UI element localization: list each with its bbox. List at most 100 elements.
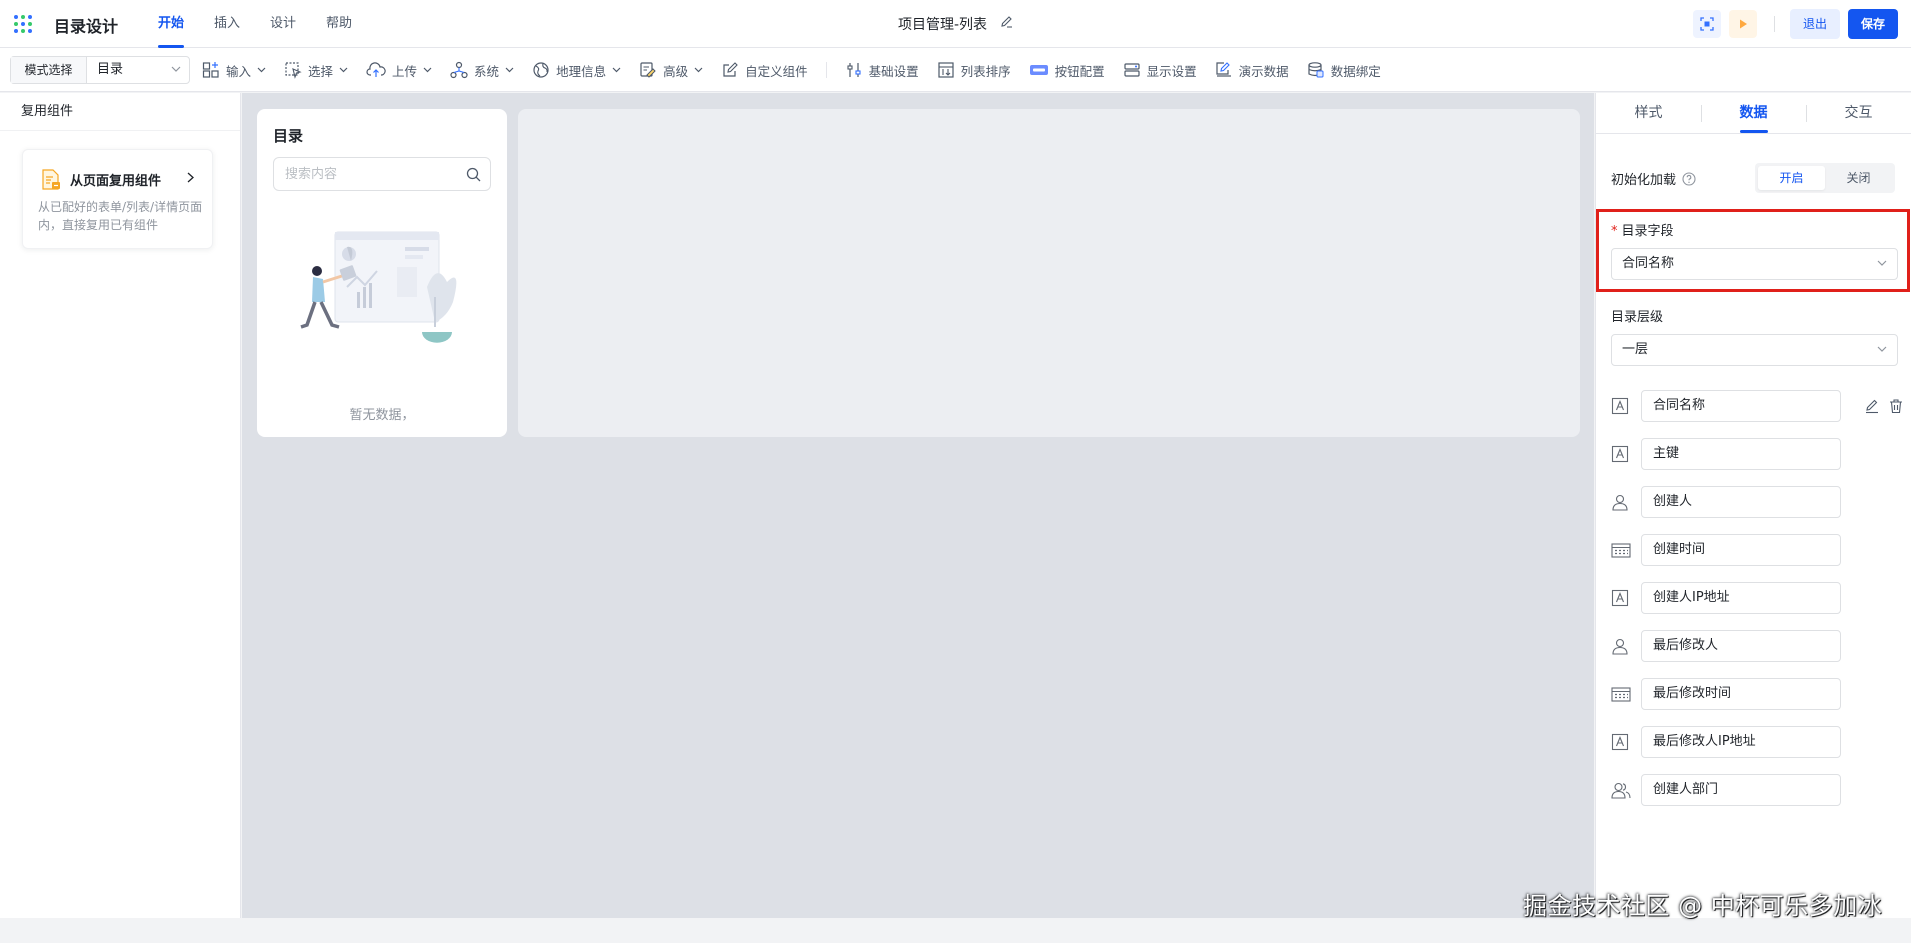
- required-marker: *: [1611, 224, 1618, 239]
- field-item[interactable]: 创建人部门: [1611, 774, 1911, 806]
- mode-select[interactable]: 目录: [87, 57, 189, 83]
- field-item[interactable]: 最后修改人: [1611, 630, 1911, 662]
- display-icon: [1124, 63, 1140, 77]
- field-item[interactable]: 创建人: [1611, 486, 1911, 518]
- chevron-down-icon: [339, 67, 348, 73]
- user-icon: [1612, 494, 1628, 511]
- reuse-component-panel: 复用组件 从页面复用组件 从已配好的表单/列表/详情页面内，直接复用已有组件: [0, 93, 241, 918]
- tool-geo-label: 地理信息: [556, 63, 607, 79]
- field-item[interactable]: 创建时间: [1611, 534, 1911, 566]
- tool-geo[interactable]: 地理信息: [532, 48, 621, 92]
- tool-demo-data-label: 演示数据: [1238, 63, 1289, 79]
- tab-help[interactable]: 帮助: [326, 0, 352, 48]
- upload-cloud-icon: [366, 62, 386, 77]
- chevron-down-icon: [505, 67, 514, 73]
- field-item[interactable]: 最后修改人IP地址: [1611, 726, 1911, 758]
- search-icon[interactable]: [466, 167, 481, 182]
- tab-divider: [1806, 105, 1807, 122]
- tool-system[interactable]: 系统: [450, 48, 514, 92]
- properties-panel: 样式 数据 交互 初始化加载 开启 关闭 * 目录字段 合同名称 目录层级 一层 …: [1595, 93, 1911, 918]
- switch-off-option[interactable]: 关闭: [1825, 166, 1892, 190]
- tool-demo-data[interactable]: 演示数据: [1215, 48, 1289, 92]
- switch-on-option[interactable]: 开启: [1758, 166, 1825, 190]
- preview-button[interactable]: [1729, 10, 1757, 38]
- tool-display-settings[interactable]: 显示设置: [1123, 48, 1197, 92]
- tool-basic-settings[interactable]: 基础设置: [845, 48, 919, 92]
- field-name: 最后修改人: [1641, 630, 1841, 662]
- init-load-switch: 开启 关闭: [1755, 163, 1895, 193]
- tool-select[interactable]: 选择: [284, 48, 348, 92]
- edit-title-icon[interactable]: [1000, 15, 1014, 29]
- custom-edit-icon: [723, 62, 738, 77]
- chevron-down-icon: [171, 66, 181, 72]
- tool-select-label: 选择: [308, 63, 334, 79]
- chevron-down-icon: [694, 67, 703, 73]
- empty-state-text: 暂无数据，: [349, 408, 415, 423]
- dir-level-select[interactable]: 一层: [1611, 334, 1898, 366]
- save-button[interactable]: 保存: [1848, 9, 1898, 39]
- reuse-from-page-card[interactable]: 从页面复用组件 从已配好的表单/列表/详情页面内，直接复用已有组件: [22, 149, 213, 249]
- globe-icon: [533, 62, 549, 78]
- tool-input-label: 输入: [226, 63, 252, 79]
- field-item[interactable]: 合同名称: [1611, 390, 1911, 422]
- tool-button-config[interactable]: 按钮配置: [1029, 48, 1105, 92]
- field-item[interactable]: 创建人IP地址: [1611, 582, 1911, 614]
- user-icon: [1612, 638, 1628, 655]
- tab-style[interactable]: 样式: [1596, 93, 1701, 133]
- tool-custom-component-label: 自定义组件: [745, 63, 808, 79]
- dir-field-select[interactable]: 合同名称: [1611, 248, 1898, 280]
- app-title: 目录设计: [54, 17, 119, 36]
- capture-icon: [1700, 17, 1714, 31]
- tool-upload[interactable]: 上传: [366, 48, 432, 92]
- tool-data-binding[interactable]: 数据绑定: [1307, 48, 1381, 92]
- tool-custom-component[interactable]: 自定义组件: [721, 48, 808, 92]
- settings-icon: [847, 63, 861, 77]
- dir-level-value: 一层: [1622, 342, 1649, 357]
- field-item[interactable]: 主键: [1611, 438, 1911, 470]
- directory-component[interactable]: 目录 暂无数据，: [257, 109, 507, 437]
- dir-field-label: * 目录字段: [1611, 220, 1674, 239]
- tool-input[interactable]: 输入: [202, 48, 266, 92]
- delete-icon[interactable]: [1888, 398, 1904, 414]
- edit-icon[interactable]: [1864, 398, 1880, 414]
- toolbar: 模式选择 目录 输入 选择 上传 系统 地理信息 高级 自定义组件 基础设置 列…: [0, 48, 1911, 92]
- tool-list-sort[interactable]: 列表排序: [937, 48, 1011, 92]
- empty-state-illustration: [300, 231, 457, 343]
- text-field-icon: [1611, 589, 1629, 607]
- field-name: 创建人: [1641, 486, 1841, 518]
- tab-interaction[interactable]: 交互: [1806, 93, 1911, 133]
- design-canvas: 目录 暂无数据，: [242, 93, 1594, 918]
- tab-data[interactable]: 数据: [1701, 93, 1806, 133]
- field-name: 创建时间: [1641, 534, 1841, 566]
- dir-field-value: 合同名称: [1622, 256, 1675, 271]
- input-icon: [202, 62, 219, 78]
- screenshot-button[interactable]: [1693, 10, 1721, 38]
- tab-insert[interactable]: 插入: [214, 0, 240, 48]
- chevron-down-icon: [612, 67, 621, 73]
- field-name: 创建人部门: [1641, 774, 1841, 806]
- directory-search: [273, 157, 491, 191]
- tool-advanced-label: 高级: [663, 63, 689, 79]
- document-reuse-icon: [42, 169, 60, 190]
- reuse-card-description: 从已配好的表单/列表/详情页面内，直接复用已有组件: [38, 200, 203, 232]
- reuse-panel-title: 复用组件: [0, 93, 240, 131]
- department-icon: [1611, 782, 1631, 799]
- app-grid-icon[interactable]: [14, 15, 32, 33]
- chevron-down-icon: [257, 67, 266, 73]
- tab-start[interactable]: 开始: [158, 0, 185, 48]
- button-config-icon: [1029, 65, 1048, 75]
- field-name: 创建人IP地址: [1641, 582, 1841, 614]
- text-field-icon: [1611, 397, 1629, 415]
- tab-design[interactable]: 设计: [270, 0, 296, 48]
- exit-button[interactable]: 退出: [1790, 9, 1840, 39]
- tool-advanced[interactable]: 高级: [639, 48, 703, 92]
- tool-display-settings-label: 显示设置: [1146, 63, 1197, 79]
- watermark-text: 掘金技术社区 @ 中杯可乐多加冰: [1523, 892, 1883, 920]
- help-icon[interactable]: [1682, 171, 1696, 186]
- field-item[interactable]: 最后修改时间: [1611, 678, 1911, 710]
- list-content-area[interactable]: [518, 109, 1580, 437]
- search-input[interactable]: [274, 158, 454, 190]
- divider: [1774, 16, 1775, 32]
- chevron-down-icon: [423, 67, 432, 73]
- tool-system-label: 系统: [474, 63, 500, 79]
